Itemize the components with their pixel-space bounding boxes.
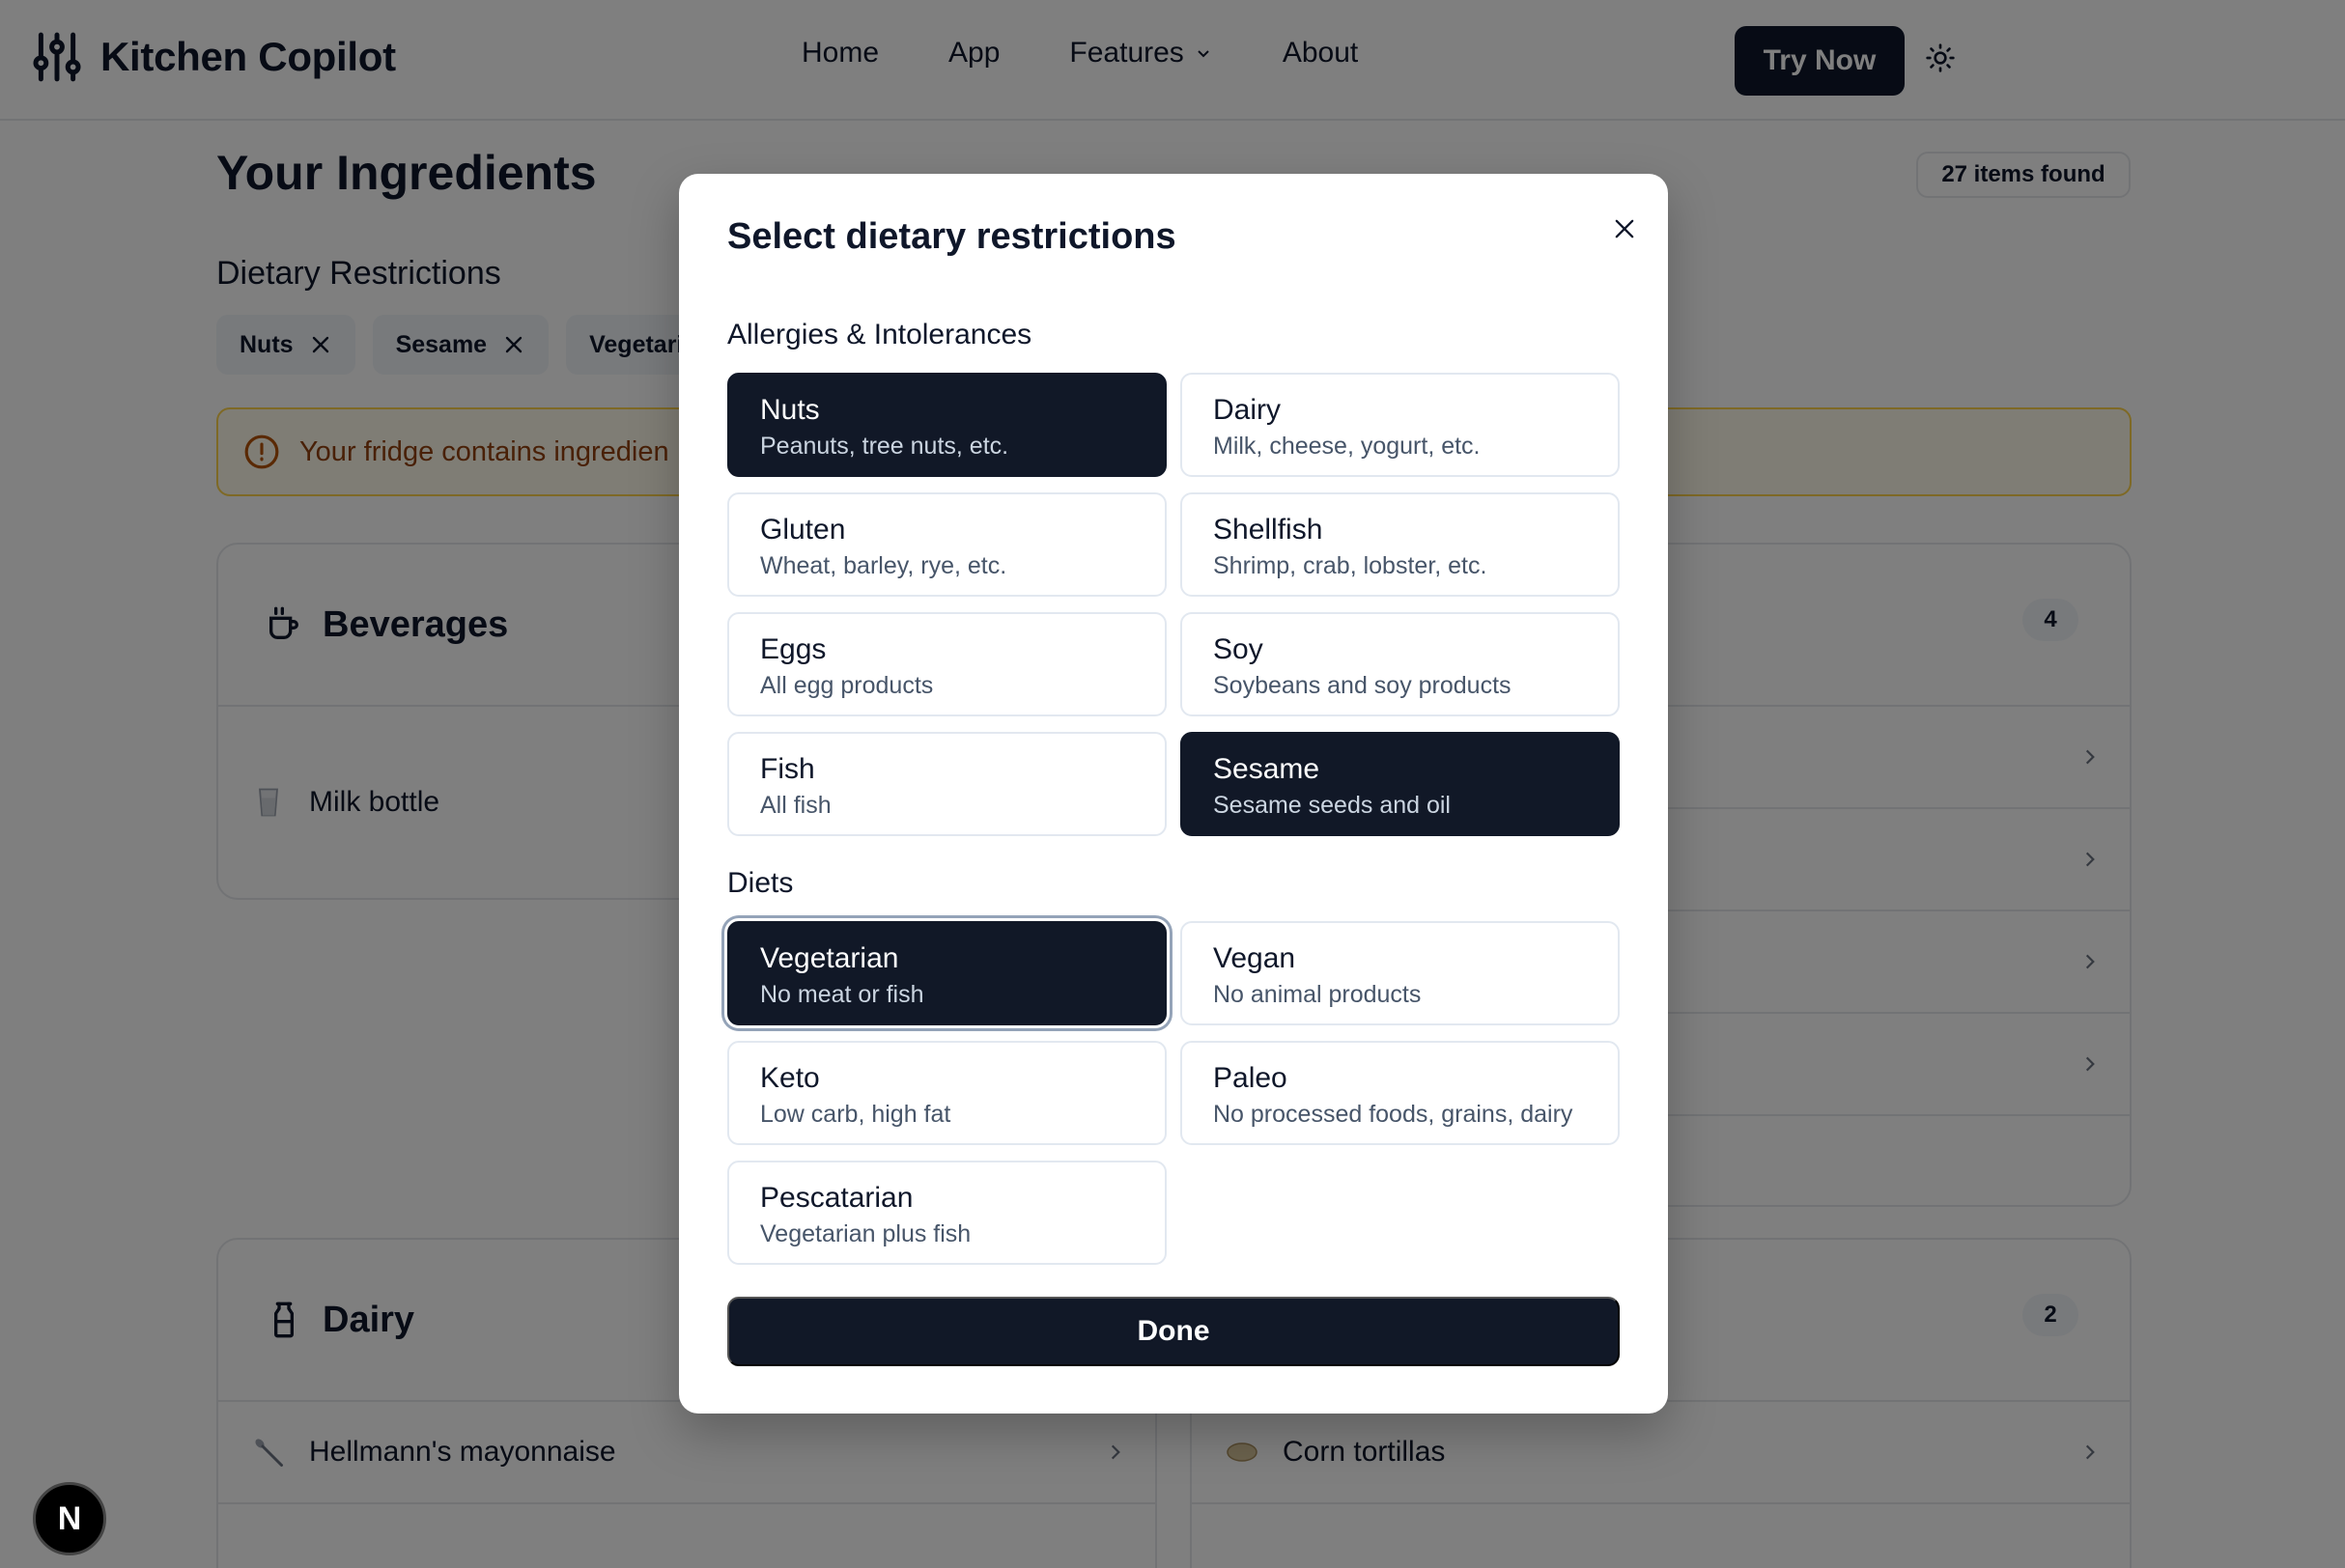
option-nuts[interactable]: Nuts Peanuts, tree nuts, etc. <box>727 373 1167 477</box>
diets-label: Diets <box>727 867 794 899</box>
option-pescatarian[interactable]: Pescatarian Vegetarian plus fish <box>727 1161 1167 1265</box>
option-eggs[interactable]: Eggs All egg products <box>727 612 1167 716</box>
option-subtitle: Shrimp, crab, lobster, etc. <box>1213 552 1487 579</box>
option-title: Nuts <box>760 394 820 426</box>
option-subtitle: Wheat, barley, rye, etc. <box>760 552 1007 579</box>
option-subtitle: Peanuts, tree nuts, etc. <box>760 433 1009 460</box>
option-vegetarian[interactable]: Vegetarian No meat or fish <box>727 921 1167 1025</box>
done-button[interactable]: Done <box>727 1297 1620 1366</box>
option-paleo[interactable]: Paleo No processed foods, grains, dairy <box>1180 1041 1620 1145</box>
option-title: Vegetarian <box>760 942 899 974</box>
option-subtitle: Milk, cheese, yogurt, etc. <box>1213 433 1481 460</box>
option-subtitle: Low carb, high fat <box>760 1101 951 1128</box>
option-title: Eggs <box>760 633 827 665</box>
option-title: Gluten <box>760 514 846 546</box>
option-keto[interactable]: Keto Low carb, high fat <box>727 1041 1167 1145</box>
option-vegan[interactable]: Vegan No animal products <box>1180 921 1620 1025</box>
option-gluten[interactable]: Gluten Wheat, barley, rye, etc. <box>727 492 1167 597</box>
option-shellfish[interactable]: Shellfish Shrimp, crab, lobster, etc. <box>1180 492 1620 597</box>
option-title: Pescatarian <box>760 1182 914 1214</box>
option-subtitle: No meat or fish <box>760 981 924 1008</box>
dialog-title: Select dietary restrictions <box>727 216 1176 257</box>
option-subtitle: Soybeans and soy products <box>1213 672 1512 699</box>
option-title: Paleo <box>1213 1062 1287 1094</box>
option-subtitle: No processed foods, grains, dairy <box>1213 1101 1573 1128</box>
allergies-label: Allergies & Intolerances <box>727 319 1032 350</box>
close-button[interactable] <box>1604 209 1645 249</box>
dietary-restrictions-dialog: Select dietary restrictions Allergies & … <box>679 174 1668 1414</box>
option-subtitle: Vegetarian plus fish <box>760 1220 972 1247</box>
option-sesame[interactable]: Sesame Sesame seeds and oil <box>1180 732 1620 836</box>
option-subtitle: All egg products <box>760 672 934 699</box>
option-title: Dairy <box>1213 394 1282 426</box>
option-soy[interactable]: Soy Soybeans and soy products <box>1180 612 1620 716</box>
option-subtitle: No animal products <box>1213 981 1422 1008</box>
option-title: Vegan <box>1213 942 1296 974</box>
option-title: Soy <box>1213 633 1263 665</box>
option-title: Sesame <box>1213 753 1320 785</box>
option-title: Keto <box>760 1062 820 1094</box>
option-title: Shellfish <box>1213 514 1323 546</box>
option-fish[interactable]: Fish All fish <box>727 732 1167 836</box>
option-dairy[interactable]: Dairy Milk, cheese, yogurt, etc. <box>1180 373 1620 477</box>
close-icon <box>1615 219 1634 238</box>
option-title: Fish <box>760 753 815 785</box>
dev-tools-badge[interactable]: N <box>33 1482 106 1555</box>
option-subtitle: Sesame seeds and oil <box>1213 792 1451 819</box>
option-subtitle: All fish <box>760 792 832 819</box>
